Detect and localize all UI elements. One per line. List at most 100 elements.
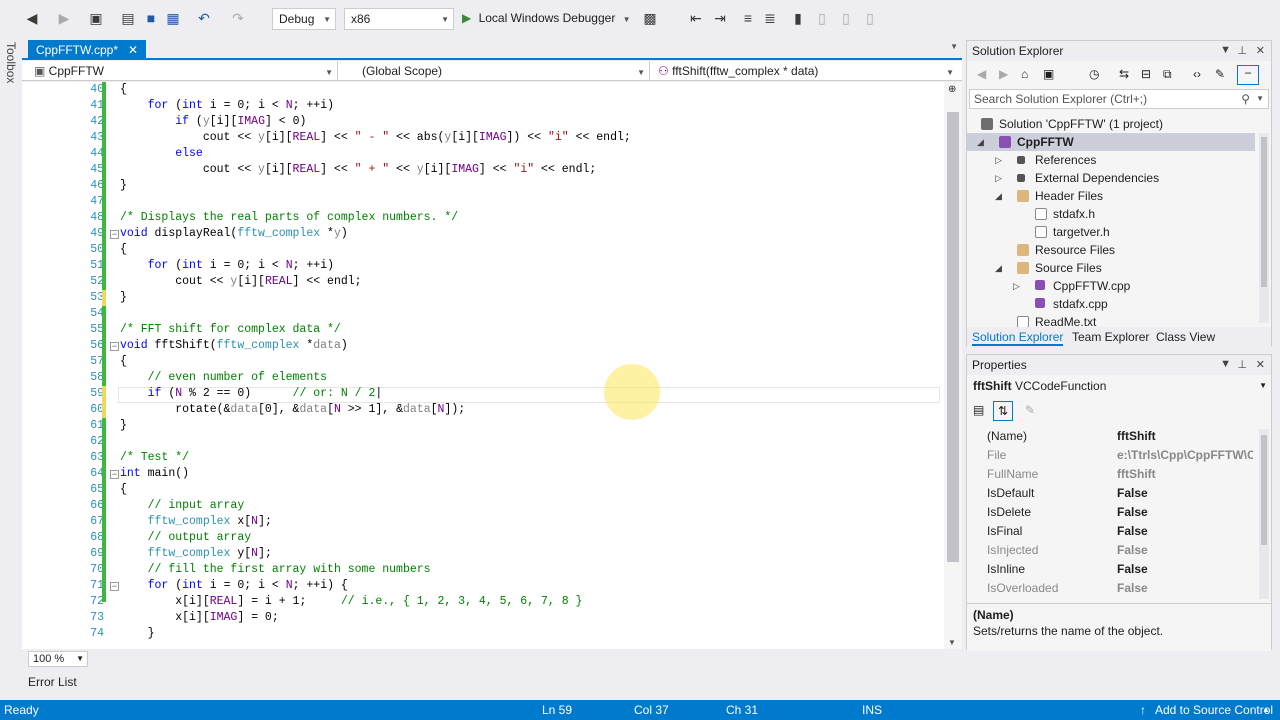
property-row[interactable]: IsInline False xyxy=(967,560,1257,579)
properties-scrollbar[interactable] xyxy=(1259,429,1269,599)
open-file-icon[interactable]: ▤ xyxy=(120,10,136,26)
collapse-all-icon[interactable]: ⊟ xyxy=(1141,67,1151,81)
property-row[interactable]: FullName fftShift xyxy=(967,465,1257,484)
undo-icon[interactable]: ↶ xyxy=(196,10,212,26)
document-tab[interactable]: CppFFTW.cpp* ✕ xyxy=(28,40,147,60)
project-dropdown[interactable]: ▣ CppFFTW ▼ xyxy=(28,61,338,81)
tab-overflow-icon[interactable]: ▼ xyxy=(950,42,958,51)
property-row[interactable]: File e:\Ttrls\Cpp\CppFFTW\C xyxy=(967,446,1257,465)
scrollbar-thumb[interactable] xyxy=(947,112,959,562)
code-line: /* FFT shift for complex data */ xyxy=(120,323,341,336)
preview-icon[interactable]: − xyxy=(1237,65,1259,85)
alphabetical-icon[interactable]: ⇅ xyxy=(993,401,1013,421)
property-value[interactable]: False xyxy=(1117,522,1253,541)
collapse-icon[interactable]: − xyxy=(110,230,119,239)
close-icon[interactable]: ✕ xyxy=(1256,44,1265,57)
forward-icon[interactable]: ▶ xyxy=(999,67,1008,81)
tree-item-source-files[interactable]: ◢ Source Files xyxy=(967,259,1255,277)
error-list-tab[interactable]: Error List xyxy=(22,672,142,692)
configuration-select[interactable]: Debug ▼ xyxy=(272,8,336,30)
tree-item-cppfftw-cpp[interactable]: ▷ CppFFTW.cpp xyxy=(967,277,1255,295)
property-value[interactable]: False xyxy=(1117,560,1253,579)
property-value[interactable]: False xyxy=(1117,484,1253,503)
prev-bookmark-icon[interactable]: ▯ xyxy=(814,10,830,26)
scrollbar-thumb[interactable] xyxy=(1261,137,1267,287)
play-icon: ▶ xyxy=(462,11,472,25)
pending-changes-icon[interactable]: ◷ xyxy=(1089,67,1099,81)
comment-icon[interactable]: ≡ xyxy=(740,10,756,26)
tree-item-stdafx-cpp[interactable]: stdafx.cpp xyxy=(967,295,1255,313)
property-row[interactable]: (Name) fftShift xyxy=(967,427,1257,446)
forward-icon[interactable]: ▶ xyxy=(56,10,72,26)
tree-item-external-deps[interactable]: ▷ External Dependencies xyxy=(967,169,1255,187)
home-icon[interactable]: ⌂ xyxy=(1021,67,1028,81)
start-debugging-button[interactable]: ▶ Local Windows Debugger ▼ xyxy=(462,10,631,28)
pin-icon[interactable]: ⊥ xyxy=(1237,358,1247,371)
tree-item-header-files[interactable]: ◢ Header Files xyxy=(967,187,1255,205)
property-row[interactable]: IsOverloaded False xyxy=(967,579,1257,598)
browser-link-icon[interactable]: ▩ xyxy=(642,10,658,26)
pin-icon[interactable]: ⊥ xyxy=(1237,44,1247,57)
uncomment-icon[interactable]: ≣ xyxy=(762,10,778,26)
editor-vertical-scrollbar[interactable]: ⊕ ▼ xyxy=(944,82,962,649)
tab-solution-explorer[interactable]: Solution Explorer xyxy=(972,330,1064,346)
object-selector[interactable]: fftShift VCCodeFunction ▼ xyxy=(967,377,1271,397)
tree-item-targetver-h[interactable]: targetver.h xyxy=(967,223,1255,241)
property-name: IsInline xyxy=(987,562,1026,576)
tree-item-stdafx-h[interactable]: stdafx.h xyxy=(967,205,1255,223)
property-row[interactable]: IsInjected False xyxy=(967,541,1257,560)
back-icon[interactable]: ◀ xyxy=(977,67,986,81)
tree-item-project[interactable]: ◢ CppFFTW xyxy=(967,133,1255,151)
toolbox-strip[interactable]: Toolbox xyxy=(0,38,22,698)
panel-menu-icon[interactable]: ▼ xyxy=(1220,358,1231,370)
solution-search-input[interactable]: Search Solution Explorer (Ctrl+;) ⚲ ▼ xyxy=(969,89,1269,109)
property-value[interactable]: fftShift xyxy=(1117,427,1253,446)
code-line: fftw_complex x[N]; xyxy=(147,515,272,528)
collapse-icon[interactable]: − xyxy=(110,470,119,479)
close-icon[interactable]: ✕ xyxy=(128,43,138,57)
platform-select[interactable]: x86 ▼ xyxy=(344,8,454,30)
tree-item-label: stdafx.h xyxy=(1053,207,1096,221)
split-icon[interactable]: ⊕ xyxy=(948,84,956,95)
member-dropdown[interactable]: ⚇ fftShift(fftw_complex * data) ▼ xyxy=(652,61,958,81)
bookmark-icon[interactable]: ▮ xyxy=(790,10,806,26)
scroll-down-icon[interactable]: ▼ xyxy=(948,638,956,647)
tree-item-resource-files[interactable]: Resource Files xyxy=(967,241,1255,259)
properties-icon[interactable]: ✎ xyxy=(1215,67,1225,81)
show-all-files-icon[interactable]: ⧉ xyxy=(1163,67,1172,82)
tree-item-readme[interactable]: ReadMe.txt xyxy=(967,313,1255,327)
indent-icon[interactable]: ⇥ xyxy=(712,10,728,26)
sync-icon[interactable]: ⇆ xyxy=(1119,67,1129,81)
step-icon[interactable]: ⇤ xyxy=(688,10,704,26)
back-icon[interactable]: ◀ xyxy=(24,10,40,26)
switch-views-icon[interactable]: ▣ xyxy=(1043,67,1054,81)
tree-item-references[interactable]: ▷ References xyxy=(967,151,1255,169)
save-icon[interactable]: ■ xyxy=(143,10,159,26)
code-editor[interactable]: 40 41 42 43 44 45 46 47 48 49 50 51 52 53 54 55 56 57 58 59… xyxy=(22,82,962,649)
tree-item-solution[interactable]: Solution 'CppFFTW' (1 project) xyxy=(967,115,1255,133)
tab-class-view[interactable]: Class View xyxy=(1156,330,1215,344)
property-row[interactable]: IsFinal False xyxy=(967,522,1257,541)
tab-team-explorer[interactable]: Team Explorer xyxy=(1072,330,1149,344)
scrollbar-thumb[interactable] xyxy=(1261,435,1267,545)
panel-menu-icon[interactable]: ▼ xyxy=(1220,44,1231,56)
redo-icon[interactable]: ↷ xyxy=(230,10,246,26)
property-pages-icon[interactable]: ✎ xyxy=(1025,403,1035,417)
references-icon xyxy=(1017,156,1025,164)
new-project-icon[interactable]: ▣ xyxy=(88,10,104,26)
view-code-icon[interactable]: ‹› xyxy=(1193,67,1201,81)
scope-dropdown[interactable]: (Global Scope) ▼ xyxy=(340,61,650,81)
categorized-icon[interactable]: ▤ xyxy=(973,403,984,417)
tree-scrollbar[interactable] xyxy=(1259,133,1269,323)
property-row[interactable]: IsDefault False xyxy=(967,484,1257,503)
collapse-icon[interactable]: − xyxy=(110,342,119,351)
zoom-select[interactable]: 100 % ▼ xyxy=(28,651,88,667)
clear-bookmarks-icon[interactable]: ▯ xyxy=(862,10,878,26)
property-value[interactable]: False xyxy=(1117,503,1253,522)
save-all-icon[interactable]: ▦ xyxy=(165,10,181,26)
collapse-icon[interactable]: − xyxy=(110,582,119,591)
close-icon[interactable]: ✕ xyxy=(1256,358,1265,371)
add-to-source-control-button[interactable]: Add to Source Control xyxy=(1155,703,1273,717)
property-row[interactable]: IsDelete False xyxy=(967,503,1257,522)
next-bookmark-icon[interactable]: ▯ xyxy=(838,10,854,26)
